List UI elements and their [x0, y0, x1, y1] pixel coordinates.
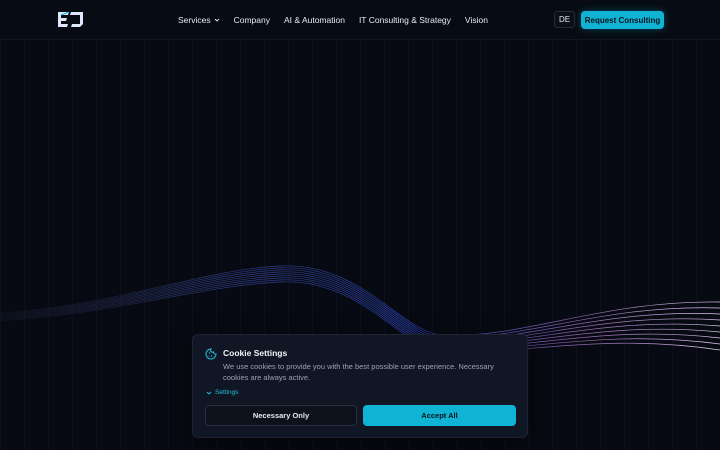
site-header: Services Company AI & Automation IT Cons…: [0, 0, 720, 40]
nav-it-consulting[interactable]: IT Consulting & Strategy: [359, 15, 451, 25]
cookie-banner: Cookie Settings We use cookies to provid…: [192, 334, 528, 438]
cookie-icon: [205, 348, 217, 360]
cookie-description: We use cookies to provide you with the b…: [223, 362, 494, 382]
main-nav: Services Company AI & Automation IT Cons…: [178, 0, 502, 40]
accept-all-button[interactable]: Accept All: [363, 405, 516, 426]
language-switch-button[interactable]: DE: [554, 11, 575, 28]
chevron-down-icon: [206, 391, 212, 395]
cookie-settings-toggle[interactable]: Settings: [206, 389, 239, 396]
nav-vision[interactable]: Vision: [465, 15, 488, 25]
chevron-down-icon: [214, 18, 219, 22]
nav-company-label: Company: [233, 15, 270, 25]
request-consulting-button[interactable]: Request Consulting: [581, 11, 664, 29]
nav-company[interactable]: Company: [234, 15, 270, 25]
nav-ai-automation-label: AI & Automation: [283, 15, 345, 25]
nav-ai-automation[interactable]: AI & Automation: [284, 15, 345, 25]
necessary-only-button[interactable]: Necessary Only: [205, 405, 357, 426]
cookie-settings-label: Settings: [215, 389, 239, 396]
nav-vision-label: Vision: [464, 15, 488, 25]
cookie-title: Cookie Settings: [223, 348, 288, 358]
nav-services[interactable]: Services: [178, 15, 220, 25]
nav-it-consulting-label: IT Consulting & Strategy: [358, 15, 451, 25]
logo[interactable]: [56, 11, 85, 28]
nav-services-label: Services: [178, 15, 211, 25]
